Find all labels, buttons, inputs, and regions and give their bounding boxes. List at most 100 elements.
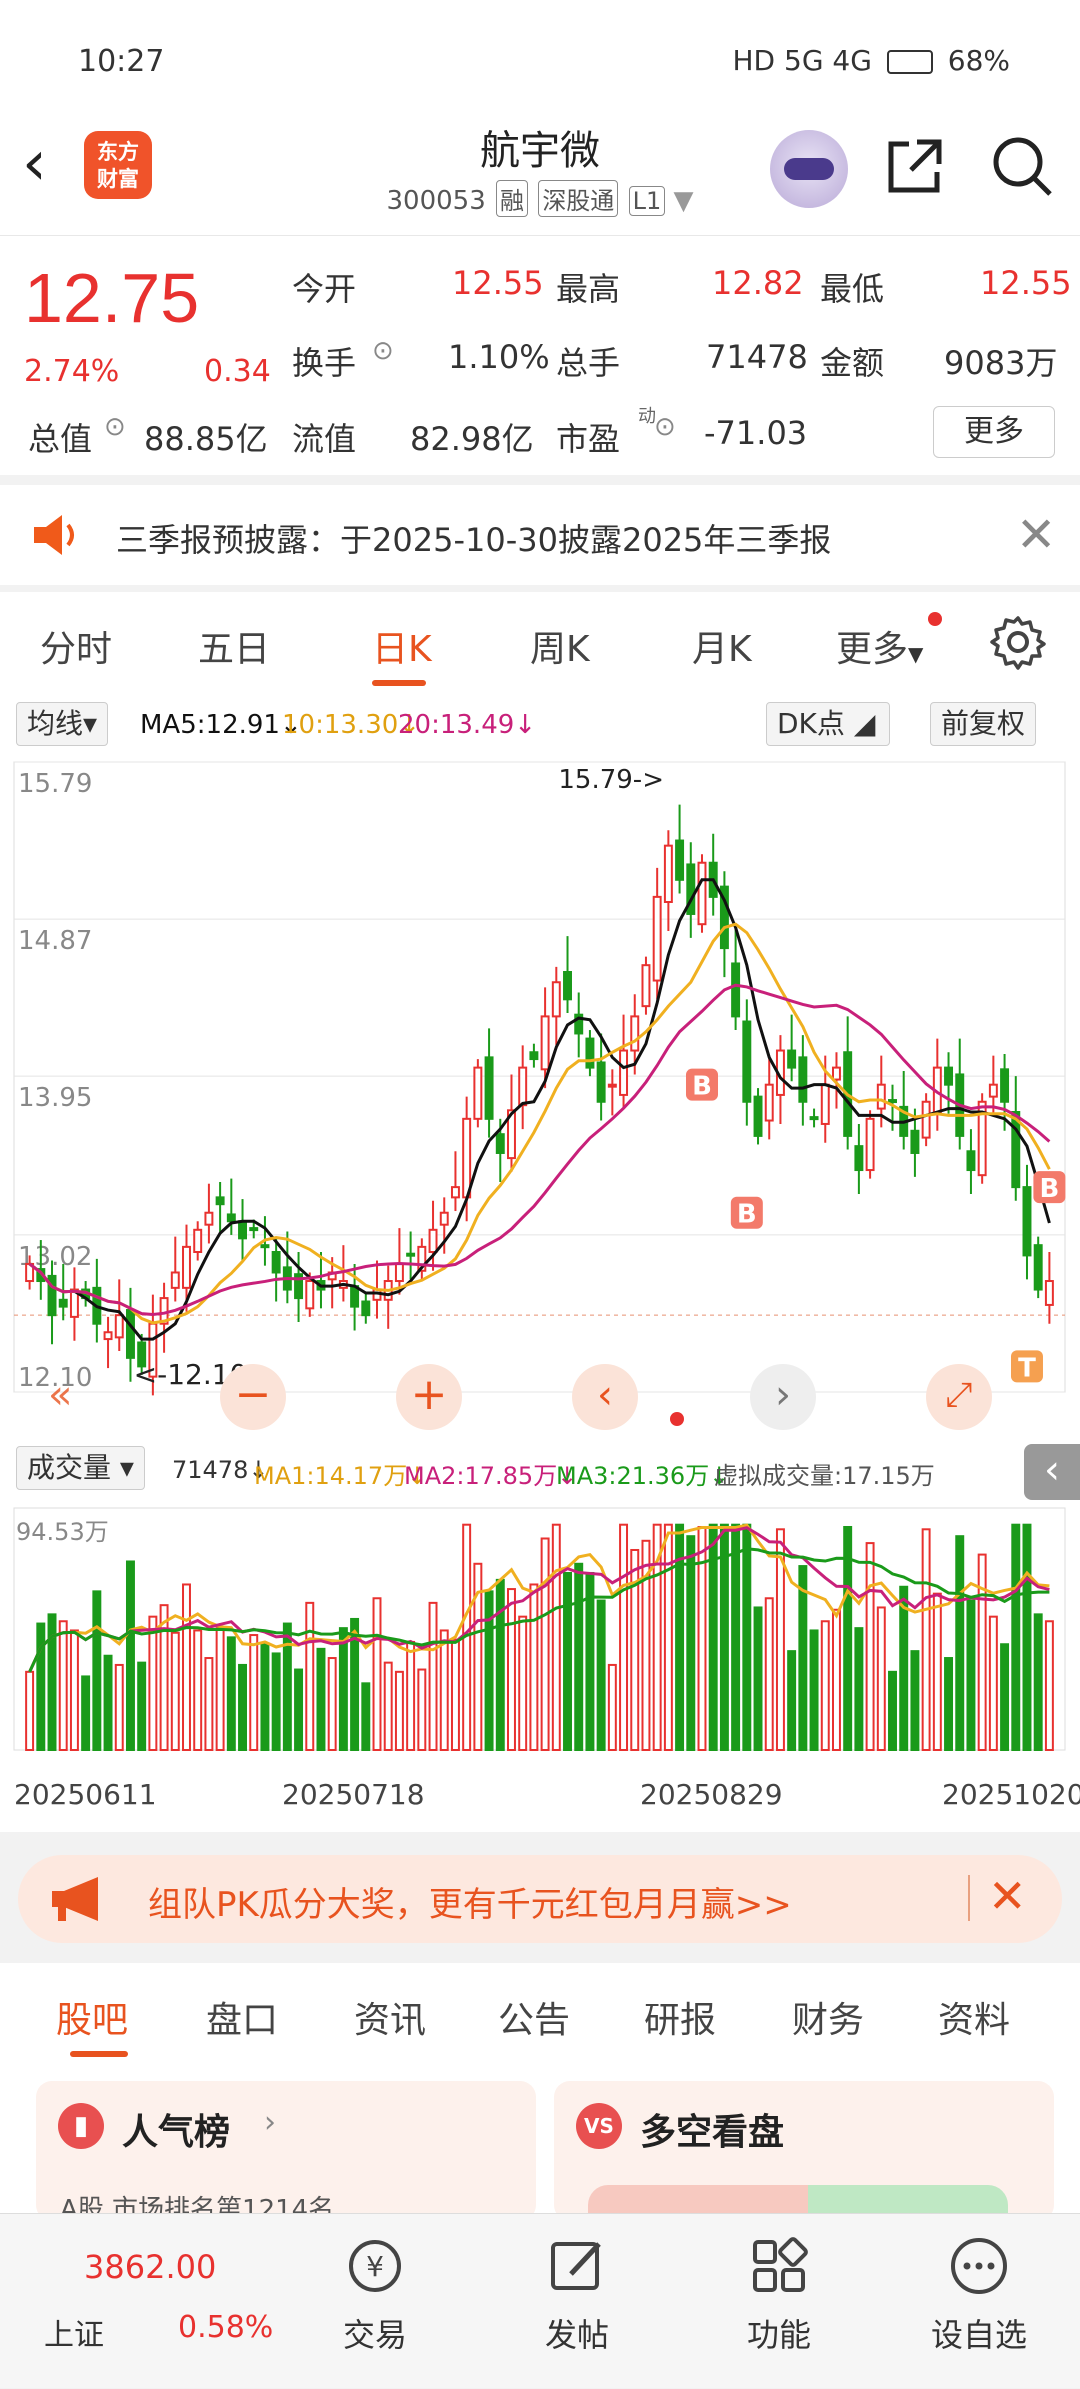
tab-five-day[interactable]: 五日 [198, 620, 270, 672]
ma20-readout: 20:13.49↓ [398, 710, 537, 740]
trade-icon: ¥ [349, 2240, 401, 2292]
mktcap-label: 总值 [28, 420, 93, 458]
volume-bar [1011, 1523, 1021, 1752]
tag-level[interactable]: L1 [628, 186, 666, 216]
candle [641, 964, 651, 1008]
tab-more[interactable]: 更多▼ [836, 620, 923, 672]
candle [831, 1066, 841, 1081]
y-tick-label: 13.95 [18, 1083, 92, 1113]
kline-chart[interactable]: 15.7914.8713.9513.0212.1015.79-><-12.10B… [0, 754, 1080, 1454]
candle [260, 1244, 270, 1249]
high-annotation: 15.79-> [558, 765, 664, 795]
dropdown-icon[interactable]: ▼ [673, 186, 693, 216]
volume-bar [103, 1654, 113, 1751]
vol-ma3-readout: MA3:21.36万↓ [556, 1462, 730, 1490]
tab-finance[interactable]: 财务 [792, 1991, 864, 2043]
volume-bar [226, 1636, 236, 1751]
bull-bear-card[interactable]: VS 多空看盘 [554, 2081, 1054, 2225]
volume-bar [305, 1601, 315, 1751]
prev-button[interactable]: ‹ [572, 1364, 638, 1430]
candle [607, 1083, 617, 1088]
candle [764, 1083, 774, 1122]
candle [1022, 1186, 1032, 1257]
zoom-in-button[interactable]: + [396, 1364, 462, 1430]
tab-news[interactable]: 资讯 [354, 1991, 426, 2043]
candle [753, 1095, 763, 1137]
fullscreen-icon[interactable]: ⤢ [926, 1364, 992, 1430]
candle [215, 1196, 225, 1206]
close-icon[interactable]: ✕ [988, 1869, 1027, 1923]
nav-post[interactable]: 发帖 [502, 2234, 652, 2356]
candle [394, 1262, 404, 1283]
volume-chart[interactable]: 94.53万 [0, 1504, 1080, 1754]
promo-banner[interactable]: 组队PK瓜分大奖，更有千元红包月月赢>> ✕ [18, 1855, 1062, 1943]
notice-bar[interactable]: 三季报预披露：于2025-10-30披露2025年三季报 ✕ [0, 485, 1080, 585]
tab-announcements[interactable]: 公告 [498, 1991, 570, 2043]
candle [182, 1245, 191, 1289]
nav-label: 交易 [342, 2316, 407, 2354]
candle [103, 1331, 113, 1341]
tag-connect: 深股通 [538, 180, 619, 217]
trade-marker-label: B [737, 1200, 757, 1230]
volume-bar [327, 1657, 337, 1751]
search-icon[interactable] [990, 134, 1054, 198]
volume-bar [159, 1604, 169, 1752]
scroll-left-icon[interactable]: « [48, 1372, 72, 1418]
nav-functions[interactable]: 功能 [704, 2234, 854, 2356]
more-button[interactable]: 更多 [933, 406, 1055, 458]
open-value: 12.55 [452, 264, 544, 302]
bottom-nav: 3862.00 上证 0.58% ¥ 交易 发帖 功能 设自选 [0, 2213, 1080, 2388]
adjust-button[interactable]: 前复权 [930, 702, 1037, 746]
candle [742, 1020, 752, 1103]
nav-add-watchlist[interactable]: 设自选 [904, 2234, 1054, 2356]
volume-bar [193, 1629, 203, 1751]
info-icon[interactable]: ⊙ [654, 412, 676, 442]
settings-gear-icon[interactable] [990, 614, 1046, 670]
tab-orderbook[interactable]: 盘口 [206, 1991, 278, 2043]
volume-bar [137, 1661, 147, 1751]
volume-bar [58, 1620, 68, 1751]
volume-selector[interactable]: 成交量 ▾ [16, 1446, 145, 1490]
volume-bar [125, 1560, 135, 1752]
latest-dot [670, 1412, 684, 1426]
volume-bar [854, 1627, 864, 1751]
candle [910, 1129, 920, 1154]
tab-monthly-k[interactable]: 月K [692, 620, 752, 672]
quote-panel: 12.75 2.74% 0.34 今开 12.55 最高 12.82 最低 12… [0, 235, 1080, 475]
volume-bar [417, 1668, 427, 1751]
volume-bar [495, 1578, 505, 1752]
next-button[interactable]: › [750, 1364, 816, 1430]
tab-intraday[interactable]: 分时 [40, 620, 112, 672]
volume-bar [944, 1657, 954, 1751]
volume-bar [428, 1601, 438, 1751]
x-tick: 20250829 [640, 1778, 783, 1811]
svg-text:¥: ¥ [366, 2250, 384, 2283]
megaphone-icon [52, 1877, 98, 1921]
assistant-avatar-icon[interactable] [770, 130, 848, 208]
tab-forum[interactable]: 股吧 [56, 1991, 128, 2043]
volume-bar [809, 1629, 819, 1751]
close-icon[interactable]: ✕ [1016, 507, 1056, 563]
popularity-card[interactable]: ▮ 人气榜 › A股 市场排名第1214名 [36, 2081, 536, 2225]
candle [585, 1037, 595, 1069]
index-widget[interactable]: 3862.00 上证 0.58% [0, 2214, 273, 2389]
info-icon[interactable]: ⊙ [372, 336, 394, 366]
volume-bar [383, 1661, 393, 1751]
tab-weekly-k[interactable]: 周K [530, 620, 590, 672]
info-icon[interactable]: ⊙ [104, 412, 126, 442]
tab-daily-k[interactable]: 日K [372, 620, 432, 672]
volume-bar [574, 1562, 584, 1751]
pe-label: 市盈 [556, 420, 621, 458]
dk-point-button[interactable]: DK点 ◢ [766, 702, 890, 746]
zoom-out-button[interactable]: − [220, 1364, 286, 1430]
change-pct: 2.74% [24, 354, 120, 389]
share-icon[interactable] [883, 134, 947, 198]
nav-trade[interactable]: ¥ 交易 [300, 2234, 450, 2356]
volume-bar [361, 1682, 371, 1751]
ma-selector[interactable]: 均线▾ [16, 702, 109, 746]
tab-research[interactable]: 研报 [644, 1991, 716, 2043]
tab-profile[interactable]: 资料 [938, 1991, 1010, 2043]
collapse-panel-icon[interactable]: ‹ [1024, 1444, 1080, 1500]
volume-bar [820, 1620, 830, 1751]
notice-text: 三季报预披露：于2025-10-30披露2025年三季报 [116, 521, 832, 559]
